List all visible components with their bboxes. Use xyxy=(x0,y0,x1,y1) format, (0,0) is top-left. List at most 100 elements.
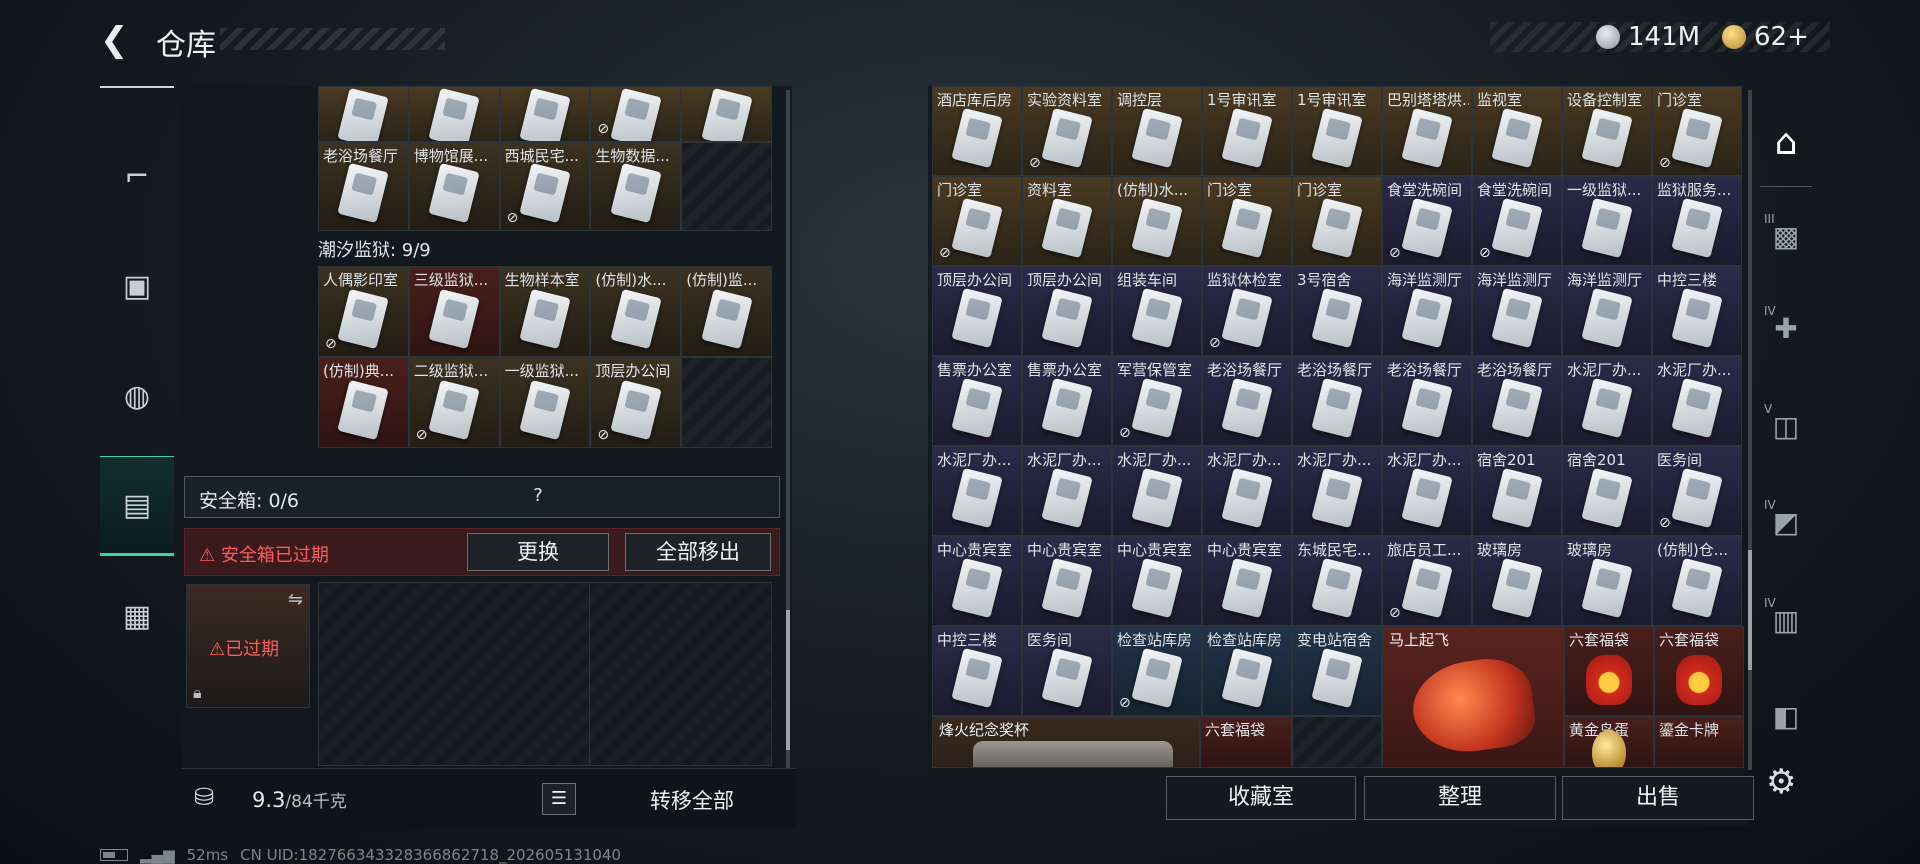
item-slot[interactable]: 监狱体检室 ⊘ xyxy=(1202,266,1292,356)
item-slot[interactable] xyxy=(499,86,591,142)
item-slot[interactable]: 水泥厂办... xyxy=(1292,446,1382,536)
item-slot[interactable]: 水泥厂办... xyxy=(1202,446,1292,536)
item-slot[interactable]: 老浴场餐厅 xyxy=(1292,356,1382,446)
list-view-button[interactable]: ☰ xyxy=(542,783,576,815)
item-slot[interactable]: (仿制)水... xyxy=(1112,176,1202,266)
rnav-tier4c[interactable]: IV ▥ xyxy=(1758,590,1814,650)
item-slot[interactable]: 玻璃房 xyxy=(1472,536,1562,626)
item-slot[interactable]: 老浴场餐厅 xyxy=(318,142,409,231)
safebox-bar[interactable]: 安全箱: 0/6 ? xyxy=(184,476,780,518)
rnav-tier4b[interactable]: IV ◩ xyxy=(1758,492,1814,552)
item-slot[interactable]: 一级监狱... xyxy=(499,357,591,448)
rnav-all[interactable]: ⌂ xyxy=(1758,112,1814,172)
item-slot[interactable]: 1号审讯室 xyxy=(1292,86,1382,176)
item-slot[interactable]: ⊘ xyxy=(590,86,682,142)
item-slot[interactable] xyxy=(681,86,772,142)
item-lucky-bag-3[interactable]: 六套福袋 xyxy=(1200,716,1292,768)
item-slot[interactable]: 资料室 xyxy=(1022,176,1112,266)
item-slot[interactable]: (仿制)水... xyxy=(590,266,682,357)
item-golden-egg[interactable]: 黄金鸟蛋 xyxy=(1564,716,1654,768)
nav-weapons[interactable]: ⌐ xyxy=(100,126,174,226)
item-slot[interactable] xyxy=(318,86,409,142)
item-slot[interactable]: 宿舍201 xyxy=(1562,446,1652,536)
item-lucky-bag-2[interactable]: 六套福袋 xyxy=(1654,626,1744,716)
item-slot[interactable]: 海洋监测厅 xyxy=(1382,266,1472,356)
empty-slot[interactable] xyxy=(1292,716,1382,768)
item-slot[interactable]: 东城民宅... xyxy=(1292,536,1382,626)
empty-slot[interactable] xyxy=(681,142,772,231)
item-slot[interactable]: 门诊室 ⊘ xyxy=(932,176,1022,266)
item-slot[interactable]: 博物馆展... xyxy=(408,142,500,231)
remove-all-button[interactable]: 全部移出 xyxy=(625,533,771,571)
item-slot[interactable]: 售票办公室 xyxy=(1022,356,1112,446)
item-slot[interactable]: (仿制)监... xyxy=(681,266,772,357)
help-icon[interactable]: ? xyxy=(525,485,551,511)
right-scrollbar-thumb[interactable] xyxy=(1748,550,1752,670)
left-scrollbar[interactable] xyxy=(786,90,790,770)
item-slot[interactable] xyxy=(408,86,500,142)
item-slot[interactable]: 监视室 xyxy=(1472,86,1562,176)
item-slot[interactable]: 监狱服务... xyxy=(1652,176,1742,266)
item-horse[interactable]: 马上起飞 xyxy=(1382,626,1564,768)
nav-armor[interactable]: ▣ xyxy=(100,236,174,336)
item-slot[interactable]: 检查站库房 xyxy=(1202,626,1292,716)
item-slot[interactable]: 中心贵宾室 xyxy=(1202,536,1292,626)
item-slot[interactable]: 中控三楼 xyxy=(932,626,1022,716)
item-slot[interactable]: 军营保管室 ⊘ xyxy=(1112,356,1202,446)
nav-safebox[interactable]: ▤ xyxy=(100,456,174,556)
safebox-slot[interactable]: ⇋ ⚠已过期 🔒︎ xyxy=(186,584,310,708)
item-slot[interactable]: 水泥厂办... xyxy=(1022,446,1112,536)
item-slot[interactable]: 人偶影印室 ⊘ xyxy=(318,266,409,357)
safebox-grid[interactable] xyxy=(318,582,772,766)
item-slot[interactable]: 生物数据... xyxy=(590,142,682,231)
item-slot[interactable]: 中心贵宾室 xyxy=(1112,536,1202,626)
sort-button[interactable]: 整理 xyxy=(1364,776,1556,820)
currency-gold[interactable]: 62+ xyxy=(1722,22,1809,52)
item-slot[interactable]: 二级监狱... ⊘ xyxy=(408,357,500,448)
item-slot[interactable]: 旅店员工... ⊘ xyxy=(1382,536,1472,626)
item-lucky-bag-1[interactable]: 六套福袋 xyxy=(1564,626,1654,716)
item-slot[interactable]: 老浴场餐厅 xyxy=(1472,356,1562,446)
item-slot[interactable]: 门诊室 xyxy=(1202,176,1292,266)
item-slot[interactable]: 玻璃房 xyxy=(1562,536,1652,626)
item-slot[interactable]: 设备控制室 xyxy=(1562,86,1652,176)
item-slot[interactable]: 水泥厂办... xyxy=(1562,356,1652,446)
item-slot[interactable]: 调控层 xyxy=(1112,86,1202,176)
item-slot[interactable]: 水泥厂办... xyxy=(1112,446,1202,536)
rnav-tier4a[interactable]: IV ✚ xyxy=(1758,298,1814,358)
currency-silver[interactable]: 141M xyxy=(1596,22,1700,52)
right-scrollbar[interactable] xyxy=(1748,90,1752,770)
item-slot[interactable]: 1号审讯室 xyxy=(1202,86,1292,176)
empty-slot[interactable] xyxy=(681,357,772,448)
nav-toolbox[interactable]: ▦ xyxy=(100,566,174,666)
back-arrow-icon[interactable]: ❮ xyxy=(100,22,136,58)
item-slot[interactable]: 变电站宿舍 xyxy=(1292,626,1382,716)
item-slot[interactable]: 售票办公室 xyxy=(932,356,1022,446)
item-slot[interactable]: 水泥厂办... xyxy=(932,446,1022,536)
sell-button[interactable]: 出售 xyxy=(1562,776,1754,820)
item-slot[interactable]: 中控三楼 xyxy=(1652,266,1742,356)
item-slot[interactable]: (仿制)典... xyxy=(318,357,409,448)
item-slot[interactable]: 酒店库后房 xyxy=(932,86,1022,176)
item-slot[interactable]: 顶层办公间 ⊘ xyxy=(590,357,682,448)
item-slot[interactable]: 老浴场餐厅 xyxy=(1382,356,1472,446)
item-slot[interactable]: 顶层办公间 xyxy=(932,266,1022,356)
item-slot[interactable]: 检查站库房 ⊘ xyxy=(1112,626,1202,716)
nav-backpack[interactable]: ◍ xyxy=(100,346,174,446)
left-scrollbar-thumb[interactable] xyxy=(786,610,790,750)
item-slot[interactable]: 医务间 xyxy=(1022,626,1112,716)
item-slot[interactable]: 一级监狱... xyxy=(1562,176,1652,266)
item-slot[interactable]: 宿舍201 xyxy=(1472,446,1562,536)
item-slot[interactable]: 西城民宅... ⊘ xyxy=(499,142,591,231)
item-slot[interactable]: 中心贵宾室 xyxy=(932,536,1022,626)
item-slot[interactable]: 三级监狱... xyxy=(408,266,500,357)
item-slot[interactable]: 门诊室 ⊘ xyxy=(1652,86,1742,176)
item-slot[interactable]: 食堂洗碗间 ⊘ xyxy=(1472,176,1562,266)
rnav-tier5[interactable]: V ◫ xyxy=(1758,396,1814,456)
replace-button[interactable]: 更换 xyxy=(467,533,609,571)
item-slot[interactable]: 海洋监测厅 xyxy=(1472,266,1562,356)
rnav-tier3[interactable]: III ▩ xyxy=(1758,206,1814,266)
item-slot[interactable]: 老浴场餐厅 xyxy=(1202,356,1292,446)
item-slot[interactable]: 海洋监测厅 xyxy=(1562,266,1652,356)
item-slot[interactable]: 巴别塔塔烘... xyxy=(1382,86,1472,176)
